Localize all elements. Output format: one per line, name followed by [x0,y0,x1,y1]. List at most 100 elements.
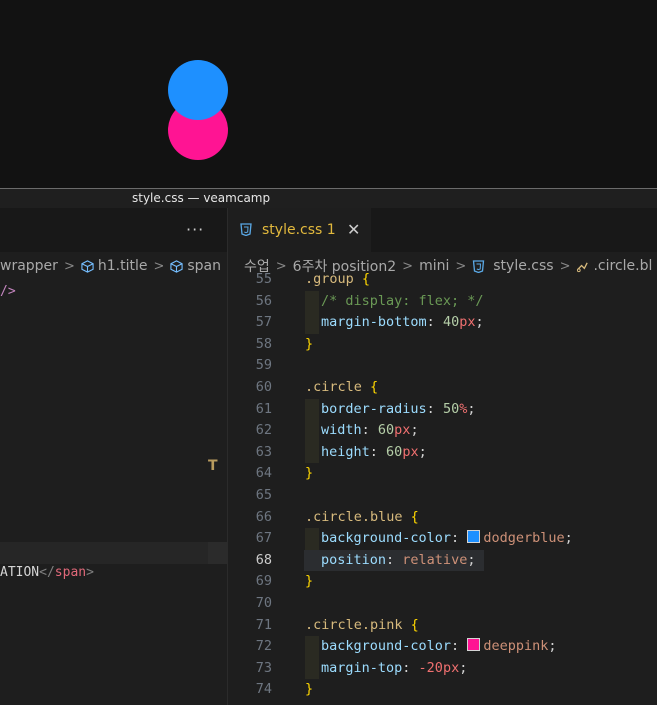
code-text: .circle.pink { [305,615,419,637]
code-text: .circle { [305,377,378,399]
line-number: 60 [255,378,272,395]
indent-guide [305,636,319,658]
code-line[interactable]: 60 .circle { [228,377,657,399]
code-line[interactable]: 61 border-radius: 50%; [228,398,657,421]
code-token: } [305,573,314,590]
window-title: style.css — veamcamp [132,191,271,205]
gutter-box [208,542,227,564]
code-text: background-color: dodgerblue; [321,528,573,550]
indent-guide [305,312,319,334]
breadcrumb-item[interactable]: wrapper [0,258,58,274]
code-token: px [394,422,411,439]
indent-guide [305,398,319,421]
code-line[interactable]: 72 background-color: deeppink; [228,636,657,658]
code-text: ATION [0,565,40,580]
left-breadcrumb: wrapper > h1.title > span [0,256,221,276]
chevron-right-icon: > [153,258,165,274]
line-number: 56 [255,292,272,309]
line-number: 71 [255,616,272,633]
code-token: ; [564,530,573,547]
code-line[interactable]: 64} [228,463,657,485]
tab-style-css[interactable]: style.css 1 ✕ [228,208,371,254]
code-line[interactable]: 63 height: 60px; [228,441,657,464]
code-token: ; [548,638,557,655]
code-line[interactable]: 67 background-color: dodgerblue; [228,528,657,550]
code-token: : [451,530,468,547]
code-text: } [305,571,313,593]
more-actions-icon[interactable]: ··· [186,220,204,239]
code-token: { [361,378,379,395]
code-line[interactable]: 74} [228,679,657,701]
code-line[interactable]: 65 [228,485,657,507]
line-number: 58 [255,335,272,352]
code-token: ; [410,422,419,439]
breadcrumb-item[interactable]: span [187,258,221,274]
indent-guide [305,290,319,313]
indent-guide [305,657,319,680]
code-token: 60 [386,443,403,460]
code-line[interactable]: 59 [228,355,657,377]
line-number: 59 [255,357,272,374]
code-text: height: 60px; [321,442,427,464]
code-text: /* display: flex; */ [321,291,484,313]
code-token: background-color [321,530,452,547]
code-token: : [386,551,403,568]
code-token: : [369,443,387,460]
code-line[interactable]: 55 .group { [228,269,657,291]
line-number: 74 [255,681,272,698]
code-token: ; [459,659,468,676]
right-editor-pane: style.css 1 ✕ 수업 > 6주차 position2 > mini … [228,208,657,705]
close-icon[interactable]: ✕ [347,220,360,239]
code-line[interactable]: 68 position: relative; [228,549,657,572]
code-line[interactable]: 57 margin-bottom: 40px; [228,312,657,334]
code-line[interactable]: 62 width: 60px; [228,420,657,442]
line-number: 55 [255,271,272,287]
code-token: : [426,314,443,331]
breadcrumb-item[interactable]: h1.title [98,258,148,274]
window-titlebar: style.css — veamcamp [0,189,657,208]
color-swatch[interactable] [467,530,481,544]
line-number: 68 [255,551,272,568]
browser-preview [0,0,657,188]
code-text: } [305,463,313,485]
code-token: px [459,314,476,331]
code-line[interactable]: 56 /* display: flex; */ [228,290,657,313]
indent-guide [305,420,319,442]
line-number: 63 [255,443,272,460]
color-swatch[interactable] [467,638,481,652]
code-token: { [353,271,371,287]
code-text: } [305,334,313,356]
code-line[interactable]: 70 [228,593,657,615]
code-editor[interactable]: 55 .group {56/* display: flex; */57 margin… [228,269,657,701]
left-tab-bar: ··· [0,208,227,252]
code-text: border-radius: 50%; [321,399,475,421]
code-text: margin-top: -20px; [321,658,467,680]
code-line[interactable]: 66 .circle.blue { [228,507,657,529]
code-token: 60 [377,422,395,439]
line-number: 66 [255,508,272,525]
code-token: /* display: flex; */ [321,292,484,309]
line-number: 70 [255,594,272,611]
line-number: 65 [255,486,272,503]
code-line[interactable]: 71 .circle.pink { [228,615,657,637]
code-token: position [321,551,387,568]
code-line[interactable]: 69} [228,571,657,593]
code-line[interactable]: 73 margin-top: -20px; [228,657,657,680]
cube-icon [81,259,94,273]
code-token: ; [467,551,476,568]
code-text: } [305,679,313,701]
chevron-right-icon: > [63,258,75,274]
code-token: 40 [442,314,460,331]
tab-label: style.css 1 [262,222,336,238]
code-token: : [361,422,378,439]
code-token: .group [305,271,354,287]
code-token: { [402,508,419,525]
line-number: 57 [255,314,272,331]
line-number: 64 [255,465,272,482]
code-token: { [402,616,419,633]
text-marker-icon: T [208,458,218,474]
code-text: background-color: deeppink; [321,636,556,658]
code-token: height [321,443,370,460]
code-line[interactable]: 58} [228,334,657,356]
code-token: } [305,465,314,482]
